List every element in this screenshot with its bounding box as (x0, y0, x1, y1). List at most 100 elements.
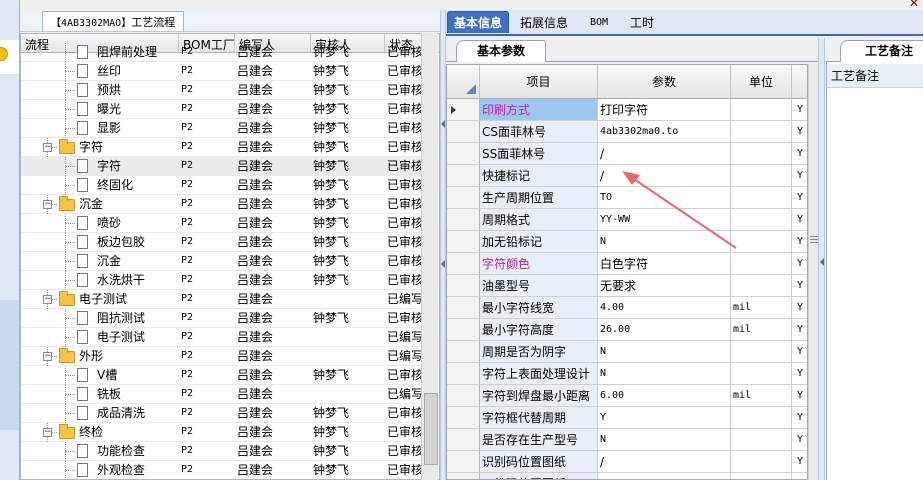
row-indicator[interactable] (447, 275, 480, 297)
tree-row[interactable]: 阻焊前处理 P2 吕建会 钟梦飞 已审核 (21, 43, 423, 62)
param-unit-cell[interactable] (731, 121, 792, 143)
tree-row[interactable]: 板边包胶 P2 吕建会 钟梦飞 已审核 (21, 233, 423, 252)
param-flag-cell[interactable]: Y (792, 341, 807, 363)
row-indicator[interactable] (447, 473, 480, 479)
param-value-cell[interactable]: TO (598, 187, 731, 209)
param-row[interactable]: 字符颜色 白色字符 Y (447, 253, 807, 275)
tree-folder-row[interactable]: − 沉金 P2 吕建会 钟梦飞 已审核 (21, 195, 423, 214)
param-flag-cell[interactable]: Y (792, 187, 807, 209)
param-row[interactable]: 字符到焊盘最小距离 6.00 mil Y (447, 385, 807, 407)
tree-row[interactable]: 阻抗测试 P2 吕建会 钟梦飞 已审核 (21, 309, 423, 328)
select-all-corner-icon[interactable] (466, 84, 476, 94)
collapse-toggle-icon[interactable]: − (43, 428, 52, 437)
param-unit-cell[interactable] (731, 253, 792, 275)
param-unit-cell[interactable] (731, 363, 792, 385)
param-value-cell[interactable]: Y (598, 407, 731, 429)
collapse-left-icon[interactable] (441, 260, 445, 268)
param-unit-cell[interactable] (731, 165, 792, 187)
row-indicator[interactable] (447, 187, 480, 209)
tree-row[interactable]: 成品清洗 P2 吕建会 钟梦飞 已审核 (21, 404, 423, 423)
notes-splitter[interactable] (818, 38, 825, 480)
row-indicator[interactable] (447, 341, 480, 363)
tree-row[interactable]: 喷砂 P2 吕建会 钟梦飞 已审核 (21, 214, 423, 233)
param-value-cell[interactable]: 白色字符 (598, 253, 731, 275)
tree-folder-row[interactable]: − 字符 P2 吕建会 钟梦飞 已审核 (21, 138, 423, 157)
param-flag-cell[interactable]: Y (792, 275, 807, 297)
column-header-item[interactable]: 项目 (480, 65, 598, 99)
param-flag-cell[interactable]: Y (792, 121, 807, 143)
row-indicator[interactable] (447, 231, 480, 253)
param-row[interactable]: 生产周期位置 TO Y (447, 187, 807, 209)
tree-folder-row[interactable]: − 电子测试 P2 吕建会 已编写 (21, 290, 423, 309)
tree-panel-title-tab[interactable]: 【4AB3302MAO】工艺流程 (42, 11, 185, 31)
row-indicator[interactable] (447, 385, 480, 407)
row-indicator[interactable] (447, 451, 480, 473)
process-tree-grid[interactable]: 流程 BOM工厂 编写人 审核人 状态 阻焊前处理 P2 吕建会 钟梦飞 已审核 丝印 P2… (20, 33, 440, 480)
param-flag-cell[interactable]: Y (792, 209, 807, 231)
param-item-name[interactable]: 字符上表面处理设计 (480, 363, 598, 385)
tree-row[interactable]: 铣板 P2 吕建会 已编写 (21, 385, 423, 404)
param-unit-cell[interactable] (731, 275, 792, 297)
param-row[interactable]: CS面菲林号 4ab3302ma0.to Y (447, 121, 807, 143)
tree-row[interactable]: 字符 P2 吕建会 钟梦飞 已审核 (21, 157, 423, 176)
param-unit-cell[interactable]: mil (731, 297, 792, 319)
collapse-left-icon[interactable] (441, 120, 445, 128)
close-icon[interactable]: ✕ (909, 0, 923, 9)
param-value-cell[interactable]: 26.00 (598, 319, 731, 341)
param-value-cell[interactable]: YY-WW (598, 209, 731, 231)
tree-row[interactable]: 沉金 P2 吕建会 钟梦飞 已审核 (21, 252, 423, 271)
row-indicator[interactable] (447, 407, 480, 429)
param-item-name[interactable]: 是否存在生产型号 (480, 429, 598, 451)
tree-row[interactable]: 外观检查 P2 吕建会 钟梦飞 已审核 (21, 461, 423, 479)
param-unit-cell[interactable] (731, 341, 792, 363)
param-item-name[interactable]: 最小字符高度 (480, 319, 598, 341)
param-unit-cell[interactable] (731, 231, 792, 253)
row-indicator[interactable] (447, 121, 480, 143)
tree-row[interactable]: 水洗烘干 P2 吕建会 钟梦飞 已审核 (21, 271, 423, 290)
tree-row[interactable]: 显影 P2 吕建会 钟梦飞 已审核 (21, 119, 423, 138)
param-row[interactable]: 印刷方式 打印字符 Y (447, 99, 807, 121)
param-item-name[interactable]: 识别码位置图纸 (480, 451, 598, 473)
param-value-cell[interactable]: 6.00 (598, 385, 731, 407)
param-item-name[interactable]: 二维码位置图纸 (480, 473, 598, 479)
param-flag-cell[interactable]: Y (792, 165, 807, 187)
row-indicator[interactable] (447, 319, 480, 341)
param-unit-cell[interactable] (731, 429, 792, 451)
param-flag-cell[interactable]: Y (792, 231, 807, 253)
param-item-name[interactable]: CS面菲林号 (480, 121, 598, 143)
collapse-left-icon[interactable] (820, 258, 824, 266)
param-item-name[interactable]: 字符框代替周期 (480, 407, 598, 429)
tree-folder-row[interactable]: − 终检 P2 吕建会 钟梦飞 已审核 (21, 423, 423, 442)
param-item-name[interactable]: 字符到焊盘最小距离 (480, 385, 598, 407)
process-notes-panel[interactable] (826, 62, 923, 480)
param-value-cell[interactable]: 4ab3302ma0.to (598, 121, 731, 143)
param-row[interactable]: 二维码位置图纸/ Y (447, 473, 807, 479)
param-value-cell[interactable]: N (598, 341, 731, 363)
param-row[interactable]: 最小字符线宽 4.00 mil Y (447, 297, 807, 319)
param-row[interactable]: 字符框代替周期 Y Y (447, 407, 807, 429)
tree-row[interactable]: 终固化 P2 吕建会 钟梦飞 已审核 (21, 176, 423, 195)
param-unit-cell[interactable] (731, 473, 792, 479)
tree-row[interactable]: 功能检查 P2 吕建会 钟梦飞 已审核 (21, 442, 423, 461)
tab-basic-info[interactable]: 基本信息 (447, 11, 510, 33)
param-value-cell[interactable]: 打印字符 (598, 99, 731, 121)
param-flag-cell[interactable]: Y (792, 253, 807, 275)
param-flag-cell[interactable]: Y (792, 473, 807, 479)
row-indicator[interactable] (447, 297, 480, 319)
param-flag-cell[interactable]: Y (792, 451, 807, 473)
grip-icon[interactable] (810, 236, 818, 244)
collapse-toggle-icon[interactable]: − (43, 143, 52, 152)
param-row[interactable]: 识别码位置图纸 / Y (447, 451, 807, 473)
param-unit-cell[interactable]: mil (731, 385, 792, 407)
row-indicator[interactable] (447, 143, 480, 165)
param-value-cell[interactable]: / (598, 143, 731, 165)
param-item-name[interactable]: 印刷方式 (480, 99, 598, 121)
row-indicator[interactable] (447, 363, 480, 385)
param-row[interactable]: 周期格式 YY-WW Y (447, 209, 807, 231)
param-item-name[interactable]: 字符颜色 (480, 253, 598, 275)
param-row[interactable]: 字符上表面处理设计 N Y (447, 363, 807, 385)
param-unit-cell[interactable] (731, 451, 792, 473)
param-row[interactable]: 加无铅标记 N Y (447, 231, 807, 253)
param-item-name[interactable]: 快捷标记 (480, 165, 598, 187)
param-item-name[interactable]: 生产周期位置 (480, 187, 598, 209)
